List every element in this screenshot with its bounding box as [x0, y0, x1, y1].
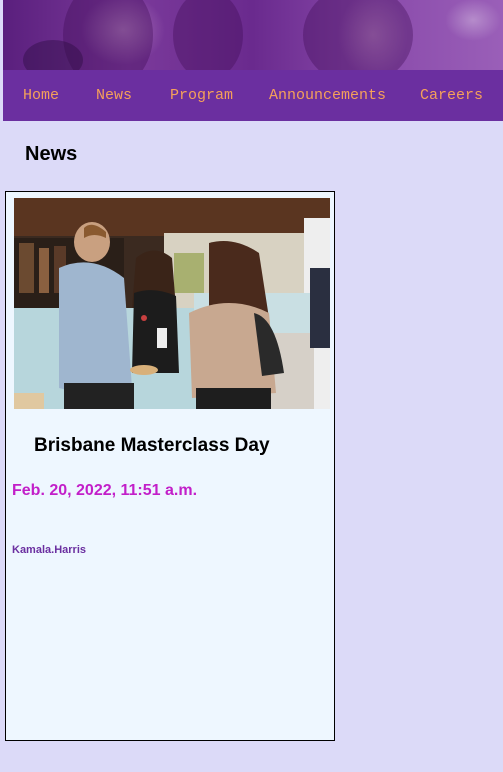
nav-news[interactable]: News	[96, 70, 132, 121]
article-date: Feb. 20, 2022, 11:51 a.m.	[12, 482, 198, 499]
news-card: Brisbane Masterclass Day Feb. 20, 2022, …	[5, 191, 335, 741]
nav-careers[interactable]: Careers	[420, 70, 483, 121]
article-author: Kamala.Harris	[12, 544, 86, 556]
nav-home[interactable]: Home	[23, 70, 59, 121]
nav-announcements[interactable]: Announcements	[269, 70, 386, 121]
page-title: News	[25, 143, 78, 165]
hero-banner	[3, 0, 503, 70]
nav-program[interactable]: Program	[170, 70, 233, 121]
article-title[interactable]: Brisbane Masterclass Day	[34, 435, 270, 457]
main-nav: Home News Program Announcements Careers	[3, 70, 503, 121]
article-image[interactable]	[14, 198, 330, 409]
